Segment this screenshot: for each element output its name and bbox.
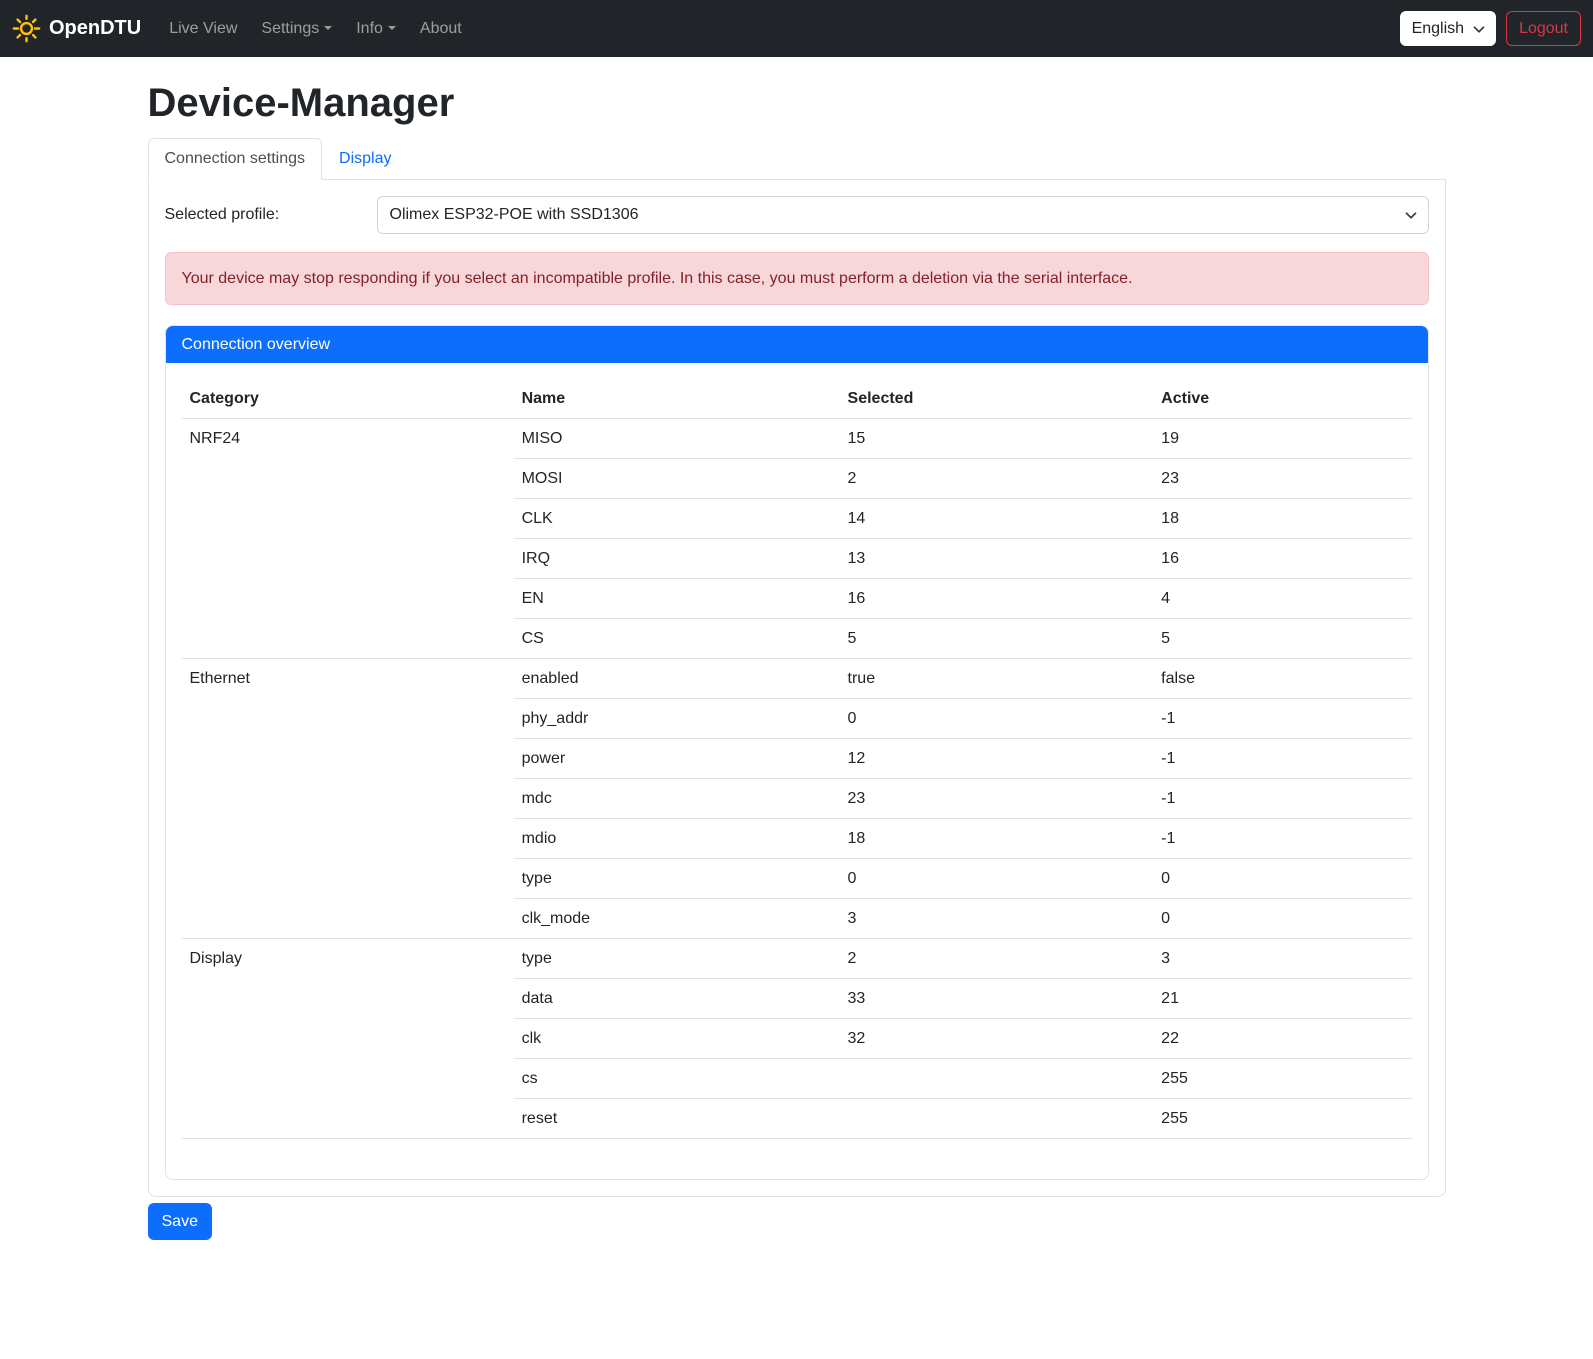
overview-title: Connection overview (182, 336, 331, 353)
nav-item-info[interactable]: Info (348, 12, 404, 46)
active-cell: 22 (1153, 1019, 1411, 1059)
selected-cell: 15 (840, 419, 1154, 459)
active-cell: 23 (1153, 459, 1411, 499)
tab-content: Selected profile: Olimex ESP32-POE with … (148, 180, 1446, 1197)
active-cell: false (1153, 659, 1411, 699)
selected-cell: 18 (840, 819, 1154, 859)
col-header-category: Category (182, 379, 514, 419)
active-cell: 19 (1153, 419, 1411, 459)
active-cell: 3 (1153, 939, 1411, 979)
active-cell: -1 (1153, 699, 1411, 739)
active-cell: 0 (1153, 899, 1411, 939)
active-cell: -1 (1153, 739, 1411, 779)
col-header-active: Active (1153, 379, 1411, 419)
name-cell: clk_mode (514, 899, 840, 939)
page-title: Device-Manager (148, 79, 1446, 127)
active-cell: 21 (1153, 979, 1411, 1019)
selected-cell: 2 (840, 939, 1154, 979)
language-select-value: English (1412, 20, 1464, 37)
active-cell: 18 (1153, 499, 1411, 539)
profile-select-value: Olimex ESP32-POE with SSD1306 (390, 206, 639, 223)
main-content: Device-Manager Connection settings Displ… (148, 57, 1446, 1240)
name-cell: CS (514, 619, 840, 659)
selected-cell: 33 (840, 979, 1154, 1019)
active-cell: 0 (1153, 859, 1411, 899)
overview-table: Category Name Selected Active NRF24MISO1… (182, 379, 1412, 1139)
selected-cell: 0 (840, 699, 1154, 739)
name-cell: phy_addr (514, 699, 840, 739)
name-cell: reset (514, 1099, 840, 1139)
profile-select[interactable]: Olimex ESP32-POE with SSD1306 (377, 196, 1429, 234)
active-cell: -1 (1153, 779, 1411, 819)
selected-cell (840, 1059, 1154, 1099)
selected-cell: 12 (840, 739, 1154, 779)
name-cell: type (514, 859, 840, 899)
tab-connection-settings[interactable]: Connection settings (148, 138, 323, 180)
caret-down-icon (388, 26, 396, 30)
category-cell: Display (182, 939, 514, 1139)
nav-item-about[interactable]: About (412, 12, 470, 46)
selected-cell (840, 1099, 1154, 1139)
active-cell: 4 (1153, 579, 1411, 619)
caret-down-icon (324, 26, 332, 30)
col-header-name: Name (514, 379, 840, 419)
sun-icon (12, 14, 41, 43)
table-row: Ethernetenabledtruefalse (182, 659, 1412, 699)
selected-cell: 14 (840, 499, 1154, 539)
chevron-down-icon (1473, 25, 1485, 34)
card-header: Connection overview (166, 326, 1428, 363)
overview-table-body: NRF24MISO1519MOSI223CLK1418IRQ1316EN164C… (182, 419, 1412, 1139)
selected-cell: 5 (840, 619, 1154, 659)
name-cell: MISO (514, 419, 840, 459)
table-row: Displaytype23 (182, 939, 1412, 979)
profile-row: Selected profile: Olimex ESP32-POE with … (165, 196, 1429, 234)
name-cell: type (514, 939, 840, 979)
profile-label: Selected profile: (165, 203, 377, 227)
table-row: NRF24MISO1519 (182, 419, 1412, 459)
selected-cell: 32 (840, 1019, 1154, 1059)
selected-cell: 23 (840, 779, 1154, 819)
selected-cell: 2 (840, 459, 1154, 499)
active-cell: 255 (1153, 1099, 1411, 1139)
save-button[interactable]: Save (148, 1203, 212, 1240)
category-cell: NRF24 (182, 419, 514, 659)
active-cell: 255 (1153, 1059, 1411, 1099)
name-cell: clk (514, 1019, 840, 1059)
selected-cell: 16 (840, 579, 1154, 619)
logout-button[interactable]: Logout (1506, 11, 1581, 46)
col-header-selected: Selected (840, 379, 1154, 419)
name-cell: mdc (514, 779, 840, 819)
language-select[interactable]: English (1400, 11, 1496, 46)
nav-item-settings[interactable]: Settings (253, 12, 340, 46)
tab-display[interactable]: Display (322, 138, 408, 180)
selected-cell: 0 (840, 859, 1154, 899)
name-cell: EN (514, 579, 840, 619)
profile-warning-alert: Your device may stop responding if you s… (165, 252, 1429, 305)
selected-cell: 13 (840, 539, 1154, 579)
tab-bar: Connection settings Display (148, 138, 1446, 180)
name-cell: mdio (514, 819, 840, 859)
connection-overview-card: Connection overview Category Name Select… (165, 325, 1429, 1180)
selected-cell: 3 (840, 899, 1154, 939)
active-cell: 16 (1153, 539, 1411, 579)
name-cell: enabled (514, 659, 840, 699)
name-cell: MOSI (514, 459, 840, 499)
name-cell: cs (514, 1059, 840, 1099)
nav-item-live-view[interactable]: Live View (161, 12, 245, 46)
table-header-row: Category Name Selected Active (182, 379, 1412, 419)
name-cell: data (514, 979, 840, 1019)
name-cell: IRQ (514, 539, 840, 579)
category-cell: Ethernet (182, 659, 514, 939)
selected-cell: true (840, 659, 1154, 699)
name-cell: power (514, 739, 840, 779)
navbar: OpenDTU Live View Settings Info About En… (0, 0, 1593, 57)
brand-label: OpenDTU (49, 17, 141, 40)
chevron-down-icon (1405, 211, 1417, 220)
card-body: Category Name Selected Active NRF24MISO1… (166, 363, 1428, 1179)
brand-link[interactable]: OpenDTU (12, 10, 141, 47)
active-cell: -1 (1153, 819, 1411, 859)
name-cell: CLK (514, 499, 840, 539)
active-cell: 5 (1153, 619, 1411, 659)
